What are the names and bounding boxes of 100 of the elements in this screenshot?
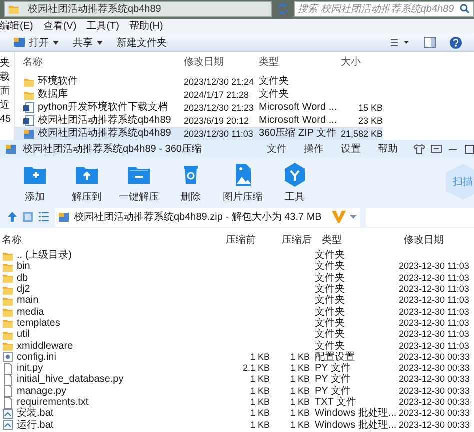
folder-icon	[2, 306, 14, 318]
table-cell: init.py	[17, 363, 44, 374]
table-cell: Windows 批处理...	[315, 420, 397, 431]
folder-icon	[2, 340, 14, 352]
table-cell: templates	[17, 318, 60, 329]
folder-icon	[8, 3, 20, 16]
table-cell: 2023-12-30 00:33	[399, 420, 470, 430]
toolbar-button[interactable]: 解压到	[66, 160, 108, 204]
table-cell: 安装.bat	[17, 408, 54, 420]
table-cell: media	[17, 306, 44, 318]
table-cell-text: 2023/12/30 21:23	[184, 102, 256, 114]
menu-item[interactable]: 编辑(E)	[0, 19, 34, 34]
maximize-icon[interactable]	[464, 144, 474, 154]
preview-pane-icon[interactable]	[424, 37, 436, 48]
caret-icon[interactable]	[350, 215, 357, 219]
table-cell-text: 2023/12/30 21:24	[184, 76, 256, 88]
sidebar-item[interactable]: 近	[0, 100, 14, 112]
toolbar-button[interactable]: 共享	[73, 36, 103, 50]
table-cell: 文件夹	[315, 250, 345, 262]
table-cell: manage.py	[17, 386, 66, 397]
toolbar-button[interactable]: 删除	[170, 160, 212, 204]
address-bar[interactable]: 校园社团活动推荐系统qb4h89	[4, 1, 272, 18]
table-cell: 1 KB	[290, 352, 310, 363]
table-cell: 1 KB	[290, 408, 310, 420]
table-cell: 1 KB	[250, 386, 270, 397]
sidebar-item[interactable]: 载	[0, 72, 14, 84]
menu-item[interactable]: 操作	[304, 142, 324, 156]
menu-item[interactable]: 文件	[267, 142, 287, 156]
table-cell: 2023-12-30 00:33	[399, 408, 470, 418]
table-cell: 1 KB	[250, 420, 270, 431]
table-cell: 文件夹	[315, 284, 345, 296]
table-cell: 文件夹	[315, 295, 345, 306]
chat-icon[interactable]	[431, 144, 442, 154]
column-header[interactable]: 修改日期	[184, 57, 259, 69]
toolbar-button[interactable]: 一键解压	[118, 160, 160, 204]
menu-item[interactable]: 帮助	[378, 142, 398, 156]
column-header[interactable]: 压缩前	[220, 234, 276, 246]
table-cell: 2023-12-30 00:33	[399, 386, 470, 396]
up-arrow-icon[interactable]	[8, 212, 17, 222]
caret-icon	[53, 40, 59, 44]
table-cell: PY 文件	[315, 363, 351, 374]
folder-icon	[2, 272, 14, 284]
table-cell: 360压缩 ZIP 文件	[259, 128, 337, 140]
table-cell: Windows 批处理...	[315, 408, 397, 420]
toolbar-button[interactable]: 新建文件夹	[117, 36, 167, 50]
toolbar-button[interactable]: 图片压缩	[222, 160, 264, 204]
menu-item[interactable]: 设置	[341, 142, 361, 156]
table-cell: 23 KB	[358, 114, 383, 126]
table-cell: 1 KB	[250, 374, 270, 386]
table-cell: Microsoft Word ...	[259, 102, 337, 114]
table-cell: 15 KB	[358, 102, 383, 114]
table-cell: 21,582 KB	[340, 128, 383, 140]
table-cell: 1 KB	[290, 397, 310, 408]
menu-item[interactable]: 工具(T)	[86, 19, 120, 34]
list-view-icon[interactable]	[39, 212, 49, 222]
selected-row[interactable]: 校园社团活动推荐系统qb4h89 2023/12/30 11:03 360压缩 ZIP 文件 21,582 KB	[15, 127, 383, 140]
table-cell-text: 2023/12/30 11:03	[184, 128, 254, 140]
table-cell: 2023-12-30 00:33	[399, 352, 470, 362]
sidebar-item[interactable]: 面	[0, 86, 14, 98]
table-cell: 2023-12-30 11:03	[399, 295, 470, 306]
column-header[interactable]: 类型	[259, 57, 337, 69]
toolbar-button[interactable]: 打开	[14, 36, 59, 50]
sidebar-item[interactable]: 夹	[0, 58, 14, 70]
table-cell: 2023-12-30 00:33	[399, 374, 470, 384]
batch-file-icon	[2, 408, 14, 420]
column-header[interactable]: 压缩后	[276, 234, 322, 246]
table-cell: main	[17, 295, 39, 306]
column-header[interactable]: 修改日期	[404, 234, 474, 246]
table-cell: 1 KB	[290, 420, 310, 431]
help-icon[interactable]	[450, 36, 462, 48]
table-cell: config.ini	[17, 352, 56, 363]
table-cell: 文件夹	[315, 340, 345, 352]
column-header[interactable]: 大小	[337, 57, 387, 69]
table-cell: 2023-12-30 00:33	[399, 397, 470, 407]
toolbar-button[interactable]: 工具	[274, 160, 316, 204]
shirt-icon[interactable]	[414, 144, 425, 154]
view-options-icon[interactable]	[390, 38, 410, 48]
column-header[interactable]: 名称	[15, 57, 184, 69]
table-cell-text: 文件夹	[259, 88, 290, 100]
path-field[interactable]: 校园社团活动推荐系统qb4h89.zip - 解包大小为 43.7 MB	[55, 208, 360, 226]
column-header[interactable]: 类型	[322, 234, 404, 246]
table-cell: dj2	[17, 284, 30, 296]
table-cell: bin	[17, 261, 30, 272]
table-cell: 运行.bat	[17, 420, 54, 431]
table-cell: 数据库	[38, 88, 68, 100]
table-cell: 文件夹	[315, 306, 345, 318]
toolbar-button[interactable]: 添加	[14, 160, 56, 204]
table-cell: 2023-12-30 11:03	[399, 318, 470, 328]
table-cell-text: 文件夹	[259, 76, 290, 88]
menu-item[interactable]: 帮助(H)	[129, 19, 164, 34]
sidebar-item[interactable]: 45	[0, 114, 14, 126]
thumbnail-view-icon[interactable]	[23, 212, 33, 222]
table-cell: util	[17, 329, 30, 340]
table-cell: 1 KB	[250, 408, 270, 420]
table-cell: 2023-12-30 11:03	[399, 340, 470, 351]
archive-icon	[58, 211, 70, 223]
menu-item[interactable]: 查看(V)	[43, 19, 77, 34]
table-cell: python开发环境软件下载文档	[38, 102, 168, 114]
column-header[interactable]: 名称	[0, 234, 220, 246]
table-cell: 文件夹	[315, 318, 345, 329]
